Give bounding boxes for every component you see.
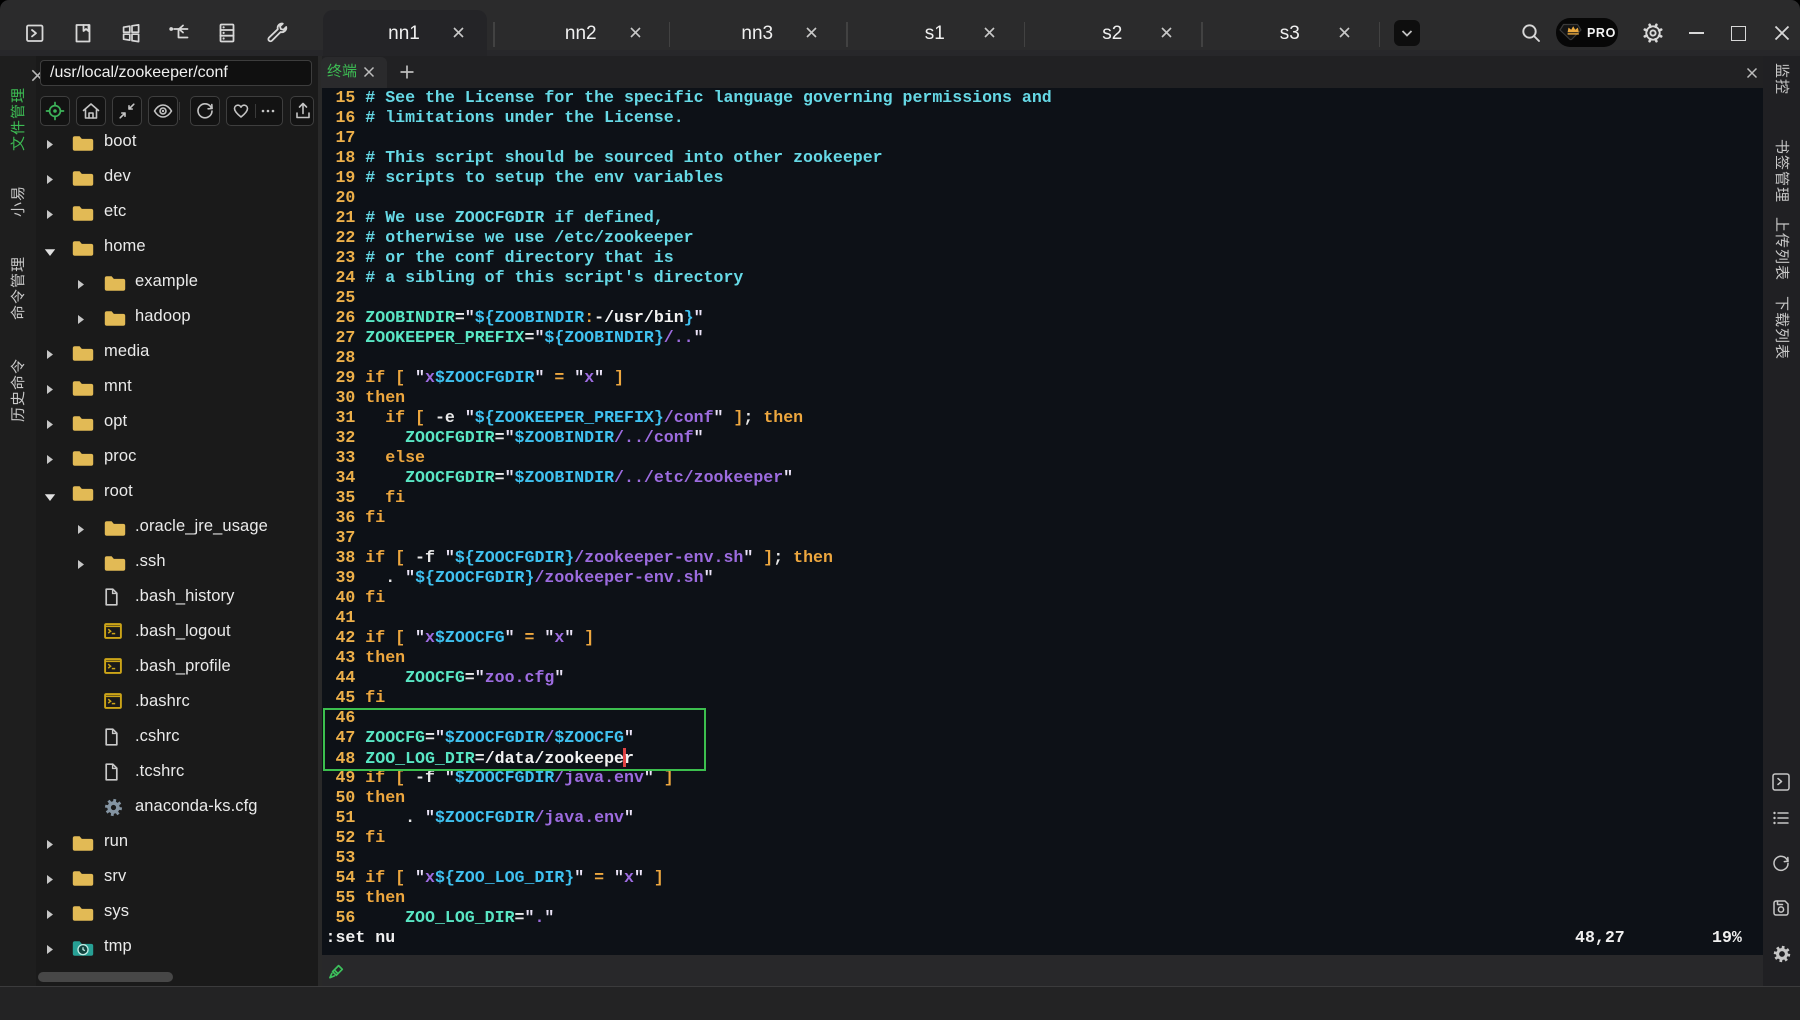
svg-text:PRO: PRO — [1587, 26, 1616, 40]
